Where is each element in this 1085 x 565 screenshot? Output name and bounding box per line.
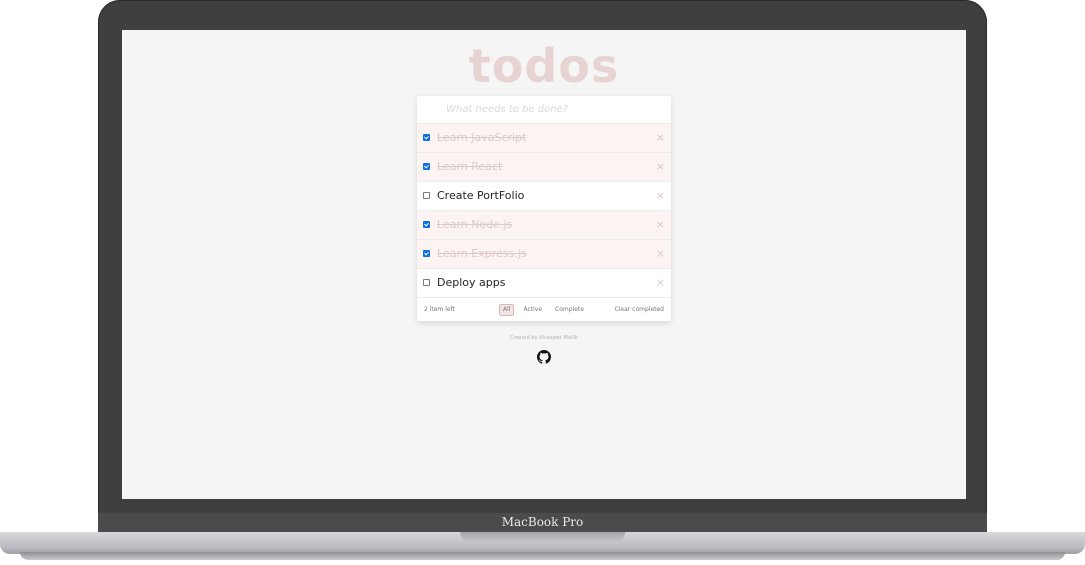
page-title: todos <box>468 39 620 93</box>
laptop-screen: todos Learn JavaScript × Learn React × C… <box>122 30 966 499</box>
new-todo-input[interactable] <box>417 96 671 123</box>
todo-card: Learn JavaScript × Learn React × Create … <box>417 96 671 321</box>
items-left-count: 2 item left <box>424 306 455 313</box>
delete-icon[interactable]: × <box>656 160 665 174</box>
delete-icon[interactable]: × <box>656 189 665 203</box>
clear-completed-button[interactable]: Clear completed <box>615 306 664 313</box>
todo-checkbox[interactable] <box>423 134 430 141</box>
github-icon[interactable] <box>537 350 551 364</box>
delete-icon[interactable]: × <box>656 247 665 261</box>
todo-label[interactable]: Create PortFolio <box>437 189 524 203</box>
todo-item: Learn React × <box>417 153 671 182</box>
todo-item: Learn Express.js × <box>417 240 671 269</box>
todo-checkbox[interactable] <box>423 163 430 170</box>
todo-label[interactable]: Learn Express.js <box>437 247 526 261</box>
filter-all[interactable]: All <box>499 304 515 316</box>
todo-list: Learn JavaScript × Learn React × Create … <box>417 124 671 298</box>
todo-item: Learn JavaScript × <box>417 124 671 153</box>
todo-item: Learn Node.js × <box>417 211 671 240</box>
new-todo-row <box>417 96 671 124</box>
filter-complete[interactable]: Complete <box>551 304 588 316</box>
todo-label[interactable]: Learn React <box>437 160 502 174</box>
todo-checkbox[interactable] <box>423 221 430 228</box>
laptop-brand: MacBook Pro <box>501 515 584 529</box>
todo-checkbox[interactable] <box>423 279 430 286</box>
todo-checkbox[interactable] <box>423 250 430 257</box>
todo-label[interactable]: Learn Node.js <box>437 218 512 232</box>
delete-icon[interactable]: × <box>656 276 665 290</box>
todo-footer: 2 item left All Active Complete Clear co… <box>417 298 671 321</box>
laptop-notch <box>460 532 625 542</box>
filter-group: All Active Complete <box>499 304 588 316</box>
todo-label[interactable]: Deploy apps <box>437 276 505 290</box>
laptop-base-bottom <box>20 552 1065 560</box>
todo-item: Create PortFolio × <box>417 182 671 211</box>
todo-item: Deploy apps × <box>417 269 671 298</box>
delete-icon[interactable]: × <box>656 218 665 232</box>
todo-label[interactable]: Learn JavaScript <box>437 131 526 145</box>
todo-checkbox[interactable] <box>423 192 430 199</box>
filter-active[interactable]: Active <box>519 304 546 316</box>
credit-text: Created by Vivasjeet Mallik <box>510 335 578 341</box>
delete-icon[interactable]: × <box>656 131 665 145</box>
